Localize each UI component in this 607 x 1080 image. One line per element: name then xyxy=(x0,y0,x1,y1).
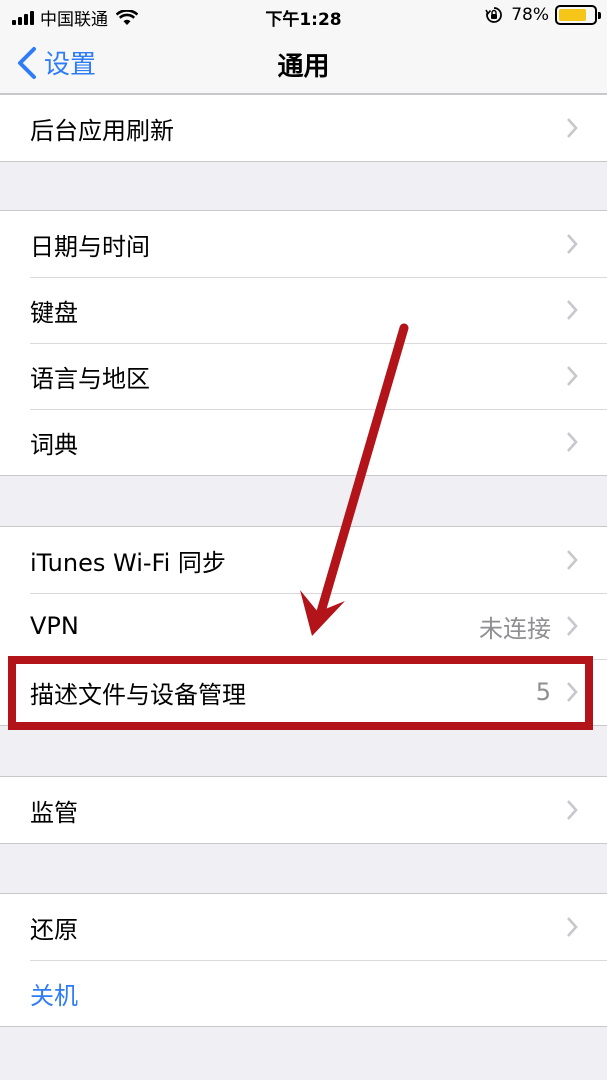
row-supervision[interactable]: 监管 xyxy=(0,777,607,843)
row-background-app-refresh[interactable]: 后台应用刷新 xyxy=(0,95,607,161)
row-date-time[interactable]: 日期与时间 xyxy=(0,211,607,277)
row-label: 还原 xyxy=(30,915,78,944)
row-reset[interactable]: 还原 xyxy=(0,894,607,960)
row-label: 监管 xyxy=(30,798,78,827)
row-label: 语言与地区 xyxy=(30,364,150,393)
row-language-region[interactable]: 语言与地区 xyxy=(0,343,607,409)
row-shut-down[interactable]: 关机 xyxy=(0,960,607,1026)
settings-group-2: 日期与时间 键盘 语言与地区 词典 xyxy=(0,210,607,476)
row-keyboard[interactable]: 键盘 xyxy=(0,277,607,343)
chevron-right-icon xyxy=(567,550,578,570)
vpn-status: 未连接 xyxy=(479,614,551,643)
navigation-bar: 设置 通用 xyxy=(0,32,607,94)
chevron-right-icon xyxy=(567,800,578,820)
battery-icon xyxy=(555,5,601,25)
status-right: 78% xyxy=(485,5,601,25)
row-label: iTunes Wi-Fi 同步 xyxy=(30,548,226,577)
row-itunes-wifi-sync[interactable]: iTunes Wi-Fi 同步 xyxy=(0,527,607,593)
chevron-right-icon xyxy=(567,432,578,452)
battery-fill xyxy=(559,9,586,21)
settings-group-4: 监管 xyxy=(0,776,607,844)
row-label: VPN xyxy=(30,612,79,640)
settings-group-5: 还原 关机 xyxy=(0,893,607,1027)
status-bar: 中国联通 下午1:28 78% xyxy=(0,0,607,32)
row-label: 描述文件与设备管理 xyxy=(30,680,246,709)
page-title: 通用 xyxy=(277,52,330,82)
battery-percent: 78% xyxy=(511,5,549,25)
settings-group-3: iTunes Wi-Fi 同步 VPN 未连接 描述文件与设备管理 5 xyxy=(0,526,607,726)
row-label: 键盘 xyxy=(30,298,78,327)
chevron-right-icon xyxy=(567,917,578,937)
row-dictionary[interactable]: 词典 xyxy=(0,409,607,475)
chevron-right-icon xyxy=(567,682,578,702)
row-profiles-device-management[interactable]: 描述文件与设备管理 5 xyxy=(0,659,607,725)
row-label: 后台应用刷新 xyxy=(30,116,174,145)
profiles-count: 5 xyxy=(535,678,551,706)
settings-group-1: 后台应用刷新 xyxy=(0,94,607,162)
rotation-lock-icon xyxy=(485,7,503,23)
row-label: 词典 xyxy=(30,430,78,459)
row-label: 日期与时间 xyxy=(30,232,150,261)
chevron-right-icon xyxy=(567,234,578,254)
chevron-right-icon xyxy=(567,300,578,320)
shut-down-label: 关机 xyxy=(30,981,78,1010)
chevron-right-icon xyxy=(567,118,578,138)
chevron-right-icon xyxy=(567,366,578,386)
chevron-right-icon xyxy=(567,616,578,636)
row-vpn[interactable]: VPN 未连接 xyxy=(0,593,607,659)
